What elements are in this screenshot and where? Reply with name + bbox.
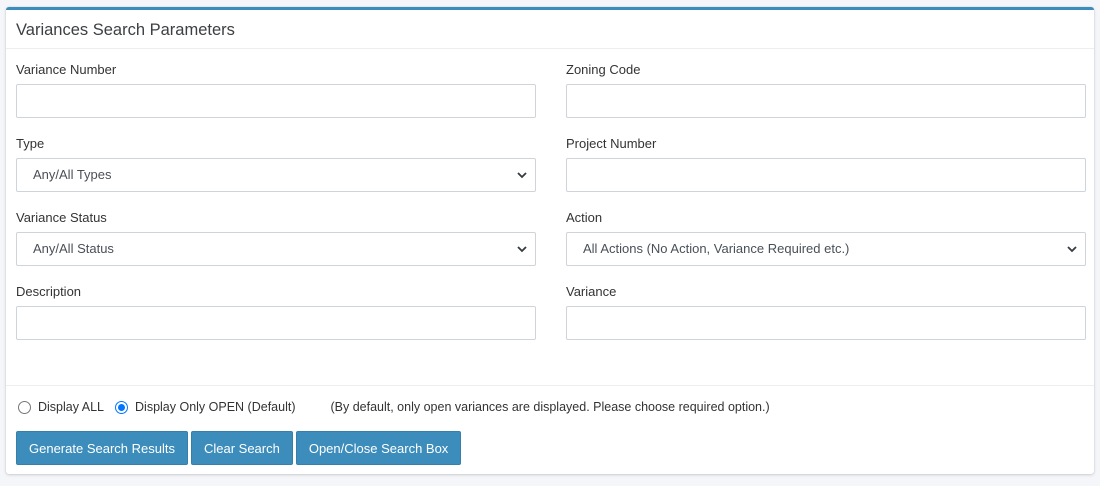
action-group: Action All Actions (No Action, Variance … (566, 210, 1086, 266)
clear-search-button[interactable]: Clear Search (190, 431, 293, 465)
display-open-radio[interactable] (115, 400, 129, 414)
description-group: Description (16, 284, 536, 340)
action-selected-value: All Actions (No Action, Variance Require… (583, 241, 850, 256)
variance-number-group: Variance Number (16, 62, 536, 118)
type-selected-value: Any/All Types (33, 167, 112, 182)
action-label: Action (566, 210, 603, 225)
search-parameters-card: Variances Search Parameters Variance Num… (6, 7, 1094, 474)
action-buttons: Generate Search Results Clear Search Ope… (16, 431, 464, 465)
toggle-search-box-button[interactable]: Open/Close Search Box (295, 431, 462, 465)
variance-number-label: Variance Number (16, 62, 117, 77)
chevron-down-icon (517, 246, 527, 253)
card-header: Variances Search Parameters (6, 10, 1094, 49)
variance-status-label: Variance Status (16, 210, 107, 225)
display-all-label[interactable]: Display ALL (38, 400, 104, 414)
variance-status-select[interactable]: Any/All Status (16, 232, 536, 266)
project-number-group: Project Number (566, 136, 1086, 192)
chevron-down-icon (517, 172, 527, 179)
description-label: Description (16, 284, 82, 299)
search-form: Variance Number Zoning Code Type Any/All… (6, 49, 1094, 386)
variance-status-group: Variance Status Any/All Status (16, 210, 536, 266)
variance-status-selected-value: Any/All Status (33, 241, 114, 256)
display-all-radio[interactable] (18, 400, 31, 414)
display-open-label[interactable]: Display Only OPEN (Default) (135, 400, 295, 414)
project-number-input[interactable] (566, 158, 1086, 192)
generate-search-results-button[interactable]: Generate Search Results (16, 431, 188, 465)
action-select[interactable]: All Actions (No Action, Variance Require… (566, 232, 1086, 266)
type-label: Type (16, 136, 45, 151)
variance-group: Variance (566, 284, 1086, 340)
project-number-label: Project Number (566, 136, 657, 151)
type-select[interactable]: Any/All Types (16, 158, 536, 192)
zoning-code-input[interactable] (566, 84, 1086, 118)
chevron-down-icon (1067, 246, 1077, 253)
zoning-code-group: Zoning Code (566, 62, 1086, 118)
variance-number-input[interactable] (16, 84, 536, 118)
card-title: Variances Search Parameters (16, 21, 235, 39)
display-options: Display ALL Display Only OPEN (Default) … (18, 400, 770, 414)
type-group: Type Any/All Types (16, 136, 536, 192)
description-input[interactable] (16, 306, 536, 340)
variance-input[interactable] (566, 306, 1086, 340)
zoning-code-label: Zoning Code (566, 62, 641, 77)
variance-label: Variance (566, 284, 617, 299)
display-options-note: (By default, only open variances are dis… (330, 400, 770, 414)
